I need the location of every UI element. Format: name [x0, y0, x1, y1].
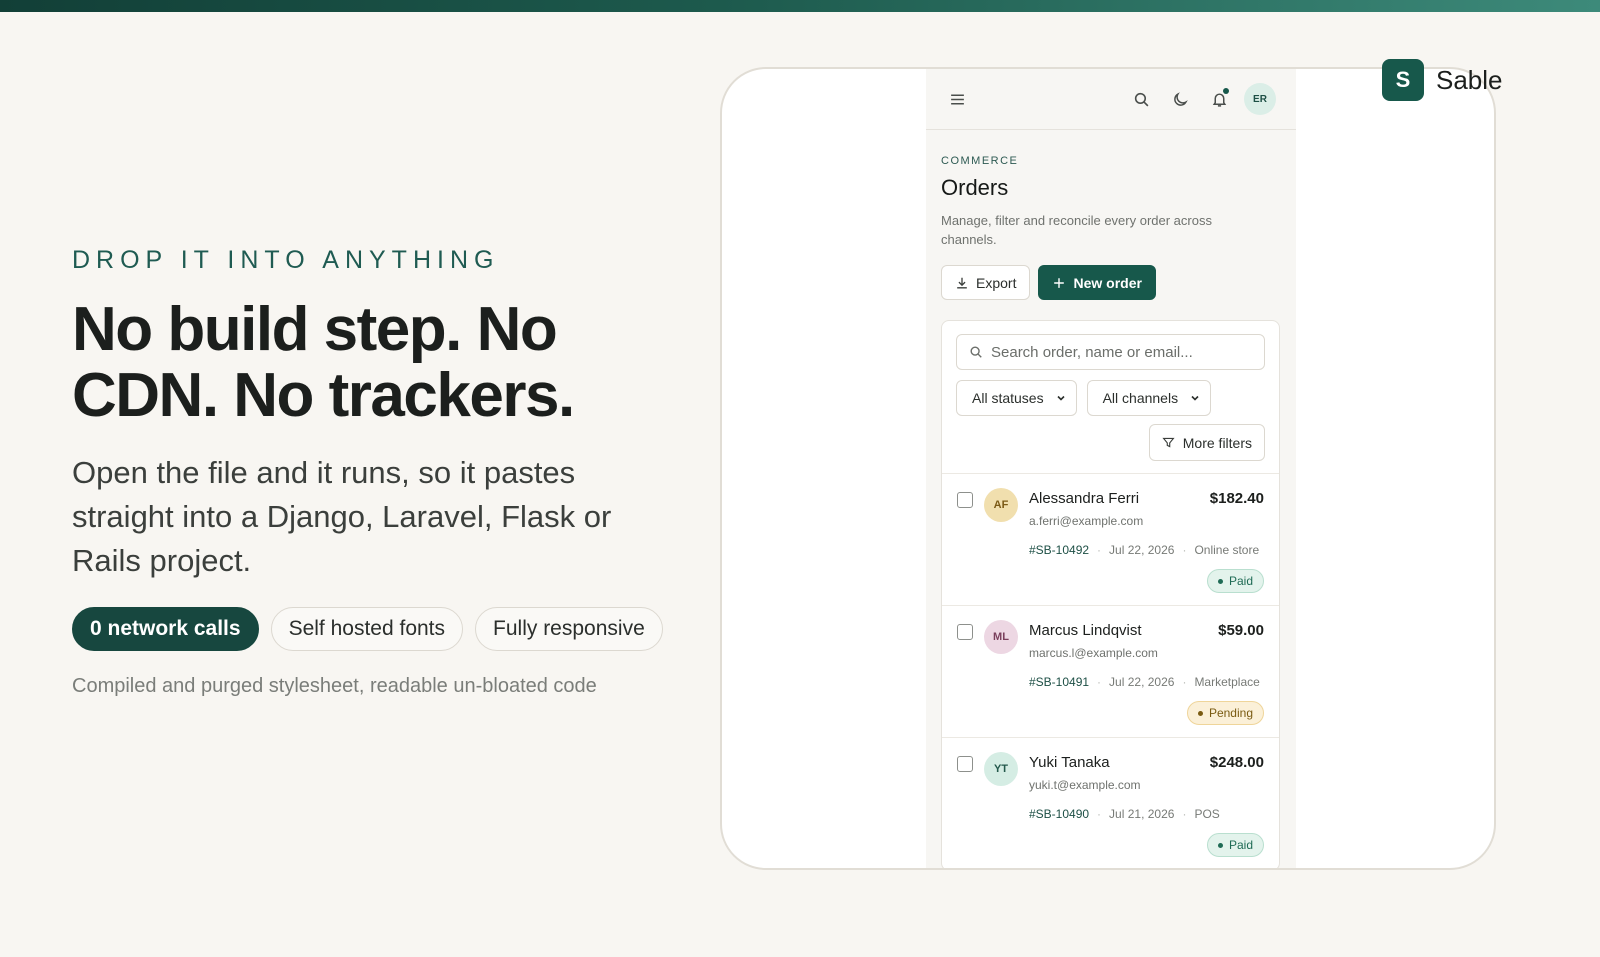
customer-avatar: AF	[984, 488, 1018, 522]
table-row[interactable]: ML Marcus Lindqvist marcus.l@example.com $5…	[942, 606, 1279, 738]
app-screen: ER COMMERCE Orders Manage, filter and re…	[926, 69, 1296, 868]
row-checkbox[interactable]	[957, 624, 973, 640]
brand-mark: S	[1382, 59, 1424, 101]
order-channel: POS	[1194, 807, 1220, 821]
row-checkbox[interactable]	[957, 492, 973, 508]
filter-selects: All statuses All channels	[956, 380, 1265, 416]
filter-icon	[1162, 437, 1175, 448]
status-label: Paid	[1228, 574, 1253, 588]
order-amount: $182.40	[1209, 490, 1264, 507]
notification-dot	[1223, 88, 1229, 94]
moon-icon[interactable]	[1169, 88, 1191, 110]
user-avatar[interactable]: ER	[1244, 83, 1276, 115]
row-checkbox[interactable]	[957, 756, 973, 772]
customer-name: Alessandra Ferri	[1029, 490, 1140, 507]
meta-separator: ·	[1097, 543, 1102, 557]
order-amount: $59.00	[1218, 622, 1264, 639]
order-meta: #SB-10490 · Jul 21, 2026 · POS	[1029, 807, 1264, 821]
hero-lede: Open the file and it runs, so it pastes …	[72, 455, 612, 578]
order-id[interactable]: #SB-10491	[1029, 675, 1089, 689]
feature-pills: 0 network calls Self hosted fonts Fully …	[72, 607, 712, 651]
orders-page: COMMERCE Orders Manage, filter and recon…	[926, 130, 1296, 868]
meta-separator: ·	[1182, 807, 1187, 821]
order-channel: Online store	[1194, 543, 1260, 557]
new-order-label: New order	[1073, 274, 1142, 291]
search-icon[interactable]	[1130, 88, 1152, 110]
meta-separator: ·	[1182, 675, 1187, 689]
page-title: Orders	[941, 175, 1009, 200]
order-date: Jul 21, 2026	[1109, 807, 1175, 821]
status-badge: Pending	[1186, 701, 1264, 725]
order-meta: #SB-10491 · Jul 22, 2026 · Marketplace	[1029, 675, 1264, 689]
order-list: AF Alessandra Ferri a.ferri@example.com $18…	[942, 474, 1279, 868]
orders-card: Search order, name or email... All statu…	[941, 320, 1280, 868]
hero-eyebrow: DROP IT INTO ANYTHING	[72, 246, 500, 274]
order-amount: $248.00	[1209, 754, 1264, 771]
page-description: Manage, filter and reconcile every order…	[941, 213, 1212, 247]
channel-select[interactable]: All channels	[1086, 380, 1212, 416]
search-input[interactable]: Search order, name or email...	[956, 334, 1265, 370]
bell-icon[interactable]	[1208, 88, 1230, 110]
hero-footnote: Compiled and purged stylesheet, readable…	[72, 675, 597, 697]
customer-email: yuki.t@example.com	[1029, 778, 1141, 792]
more-filters-button[interactable]: More filters	[1148, 424, 1265, 461]
customer-email: marcus.l@example.com	[1029, 646, 1158, 660]
hero-headline: No build step. No CDN. No trackers.	[72, 297, 712, 429]
status-dot	[1217, 578, 1223, 584]
status-label: Pending	[1208, 706, 1253, 720]
app-bar: ER	[926, 69, 1296, 130]
order-date: Jul 22, 2026	[1109, 675, 1175, 689]
status-badge: Paid	[1206, 833, 1264, 857]
status-label: Paid	[1228, 838, 1253, 852]
customer-name: Yuki Tanaka	[1029, 754, 1110, 771]
customer-avatar: YT	[984, 752, 1018, 786]
status-dot	[1197, 710, 1203, 716]
order-id[interactable]: #SB-10490	[1029, 807, 1089, 821]
pill-self-hosted-fonts[interactable]: Self hosted fonts	[270, 607, 464, 651]
channel-select-value: All channels	[1102, 390, 1179, 406]
menu-icon[interactable]	[946, 88, 968, 110]
status-badge: Paid	[1206, 569, 1264, 593]
table-row[interactable]: AF Alessandra Ferri a.ferri@example.com $18…	[942, 474, 1279, 606]
table-row[interactable]: YT Yuki Tanaka yuki.t@example.com $248.00 #S…	[942, 738, 1279, 868]
chevron-down-icon	[1191, 395, 1199, 401]
order-meta: #SB-10492 · Jul 22, 2026 · Online store	[1029, 543, 1264, 557]
export-button[interactable]: Export	[941, 265, 1031, 300]
plus-icon	[1054, 277, 1065, 288]
order-id[interactable]: #SB-10492	[1029, 543, 1089, 557]
customer-name: Marcus Lindqvist	[1029, 622, 1142, 639]
more-filters-label: More filters	[1182, 434, 1252, 451]
search-field-icon	[970, 346, 982, 358]
hero-section: DROP IT INTO ANYTHING No build step. No …	[72, 246, 712, 698]
more-filters-row: More filters	[956, 424, 1265, 461]
new-order-button[interactable]: New order	[1038, 265, 1156, 300]
pill-network-calls[interactable]: 0 network calls	[72, 607, 259, 651]
order-channel: Marketplace	[1194, 675, 1260, 689]
search-placeholder: Search order, name or email...	[991, 343, 1193, 361]
customer-email: a.ferri@example.com	[1029, 514, 1144, 528]
headline-line-2: CDN. No trackers.	[72, 361, 575, 430]
export-label: Export	[976, 274, 1017, 291]
brand-logo[interactable]: S Sable	[1382, 59, 1503, 101]
breadcrumb: COMMERCE	[941, 155, 1019, 167]
status-select[interactable]: All statuses	[956, 380, 1077, 416]
download-icon	[957, 277, 967, 288]
pill-fully-responsive[interactable]: Fully responsive	[475, 607, 663, 651]
meta-separator: ·	[1097, 675, 1102, 689]
customer-avatar: ML	[984, 620, 1018, 654]
status-dot	[1217, 842, 1223, 848]
order-date: Jul 22, 2026	[1109, 543, 1175, 557]
chevron-down-icon	[1057, 395, 1065, 401]
brand-name: Sable	[1436, 64, 1503, 95]
filters-panel: Search order, name or email... All statu…	[942, 321, 1279, 474]
page-actions: Export New order	[941, 265, 1281, 300]
meta-separator: ·	[1182, 543, 1187, 557]
status-select-value: All statuses	[972, 390, 1044, 406]
headline-line-1: No build step. No	[72, 295, 558, 364]
meta-separator: ·	[1097, 807, 1102, 821]
top-accent-bar	[0, 0, 1600, 12]
device-frame: ER COMMERCE Orders Manage, filter and re…	[720, 67, 1496, 870]
